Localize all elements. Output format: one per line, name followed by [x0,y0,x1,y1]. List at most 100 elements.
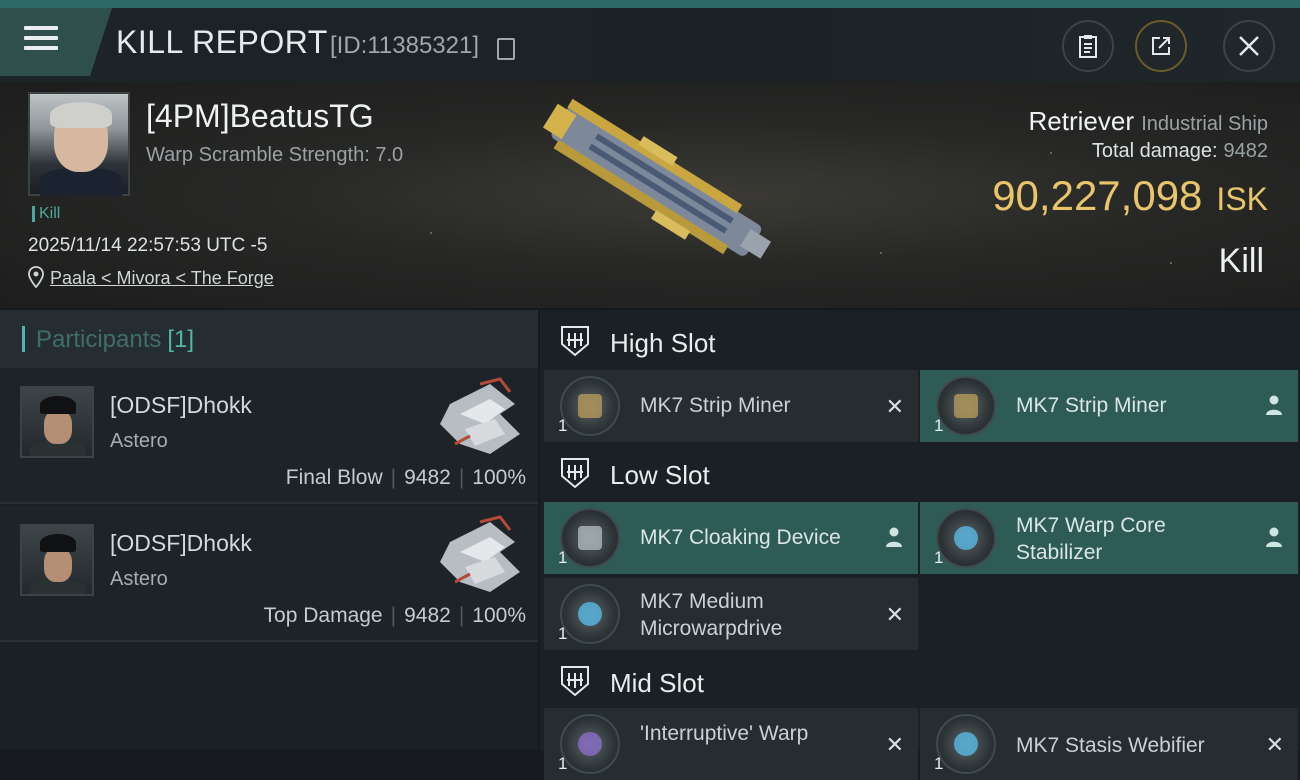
participant-ship-image [440,515,520,592]
module-quantity: 1 [558,548,568,567]
close-icon [1239,36,1259,56]
participants-count: [1] [167,326,195,353]
module-name: MK7 Stasis Webifier [1016,734,1205,757]
result-label: Kill [1218,242,1264,280]
total-damage: Total damage: 9482 [1092,140,1268,163]
module-name: 'Interruptive' Warp [640,722,809,745]
participant-name: [ODSF]Dhokk [110,530,252,556]
isk-amount: 90,227,098 [992,172,1203,219]
location-link[interactable]: Paala < Mivora < The Forge [50,268,274,289]
module-name: MK7 Strip Miner [640,394,791,417]
dropped-person-icon [1266,395,1282,415]
share-icon [1152,37,1170,55]
module-card[interactable]: 1 'Interruptive' Warp ✕ [544,708,918,780]
participant-percent: 100% [472,466,526,489]
cloaking-device-icon [560,508,620,568]
participant-avatar[interactable] [20,524,94,596]
participant-percent: 100% [472,604,526,627]
fitting-panel: High Slot 1 MK7 Strip Miner ✕ 1 MK7 Stri… [540,310,1300,780]
share-button[interactable] [1135,20,1187,72]
isk-value: 90,227,098 ISK [992,172,1268,220]
warp-core-stabilizer-icon [936,508,996,568]
mid-slot-icon [561,666,589,697]
destroyed-x-icon: ✕ [885,732,904,757]
module-card[interactable]: 1 MK7 Strip Miner [920,370,1298,442]
participants-header[interactable]: Participants [1] [0,310,538,368]
destroyed-x-icon: ✕ [885,602,904,627]
strip-miner-icon [936,376,996,436]
dropped-person-icon [1266,527,1282,547]
total-damage-value: 9482 [1223,140,1269,162]
participant-stats: Top Damage | 9482 | 100% [263,604,526,627]
mid-slot-label: Mid Slot [610,668,704,698]
participant-role: Top Damage [263,604,383,627]
module-quantity: 1 [934,548,944,567]
participant-damage: 9482 [404,604,451,627]
module-name: MK7 Medium Microwarpdrive [640,590,783,640]
victim-name[interactable]: [4PM]BeatusTG [146,98,374,135]
isk-unit: ISK [1216,181,1268,217]
copy-icon[interactable] [497,38,515,60]
warp-disruptor-icon [560,714,620,774]
module-quantity: 1 [558,754,568,773]
module-quantity: 1 [934,754,944,773]
location-pin-icon [28,266,44,288]
clipboard-button[interactable] [1062,20,1114,72]
high-slot-icon [561,326,589,357]
total-damage-label: Total damage: [1091,140,1218,162]
module-name: MK7 Strip Miner [1016,394,1167,417]
header-bar: KILL REPORT [ID:11385321] [0,8,1300,82]
module-card[interactable]: 1 MK7 Cloaking Device [544,502,918,574]
star [1050,152,1052,154]
participants-label: Participants [36,326,162,353]
module-card[interactable]: 1 MK7 Warp Core Stabilizer [920,502,1298,574]
module-quantity: 1 [558,624,568,643]
mid-slot-header: Mid Slot [540,652,1300,712]
destroyed-x-icon: ✕ [885,394,904,419]
participant-name: [ODSF]Dhokk [110,392,252,418]
ship-type: Retriever Industrial Ship [1029,106,1268,137]
participant-ship-image [440,377,520,454]
module-card[interactable]: 1 MK7 Strip Miner ✕ [544,370,918,442]
module-quantity: 1 [558,416,568,435]
module-quantity: 1 [934,416,944,435]
victim-ship-image [542,98,772,259]
low-slot-icon [561,458,589,489]
warp-scramble-strength: Warp Scramble Strength: 7.0 [146,144,404,166]
accent-bar [22,326,25,352]
high-slot-header: High Slot [540,312,1300,372]
destroyed-x-icon: ✕ [1265,732,1284,757]
menu-button[interactable] [0,8,112,76]
ship-name[interactable]: Retriever [1029,106,1134,136]
module-name: MK7 Cloaking Device [640,526,841,549]
module-card[interactable]: 1 MK7 Medium Microwarpdrive ✕ [544,578,918,650]
report-id: [ID:11385321] [330,32,480,59]
participants-panel: Participants [1] [ODSF]Dhokk Astero Final… [0,310,538,750]
ship-class: Industrial Ship [1141,113,1268,135]
stasis-webifier-icon [936,714,996,774]
participant-row[interactable]: [ODSF]Dhokk Astero Final Blow | 9482 | 100% [0,368,538,504]
participant-damage: 9482 [404,466,451,489]
participant-ship: Astero [110,430,168,452]
participant-stats: Final Blow | 9482 | 100% [285,466,526,489]
low-slot-label: Low Slot [610,460,710,490]
participant-ship: Astero [110,568,168,590]
participant-avatar[interactable] [20,386,94,458]
dropped-person-icon [886,527,902,547]
kill-datetime: 2025/11/14 22:57:53 UTC -5 [28,235,268,256]
victim-portrait[interactable] [28,92,130,196]
page-title: KILL REPORT [116,24,328,60]
high-slot-label: High Slot [610,328,716,358]
hamburger-menu-icon [24,26,58,54]
module-card[interactable]: 1 MK7 Stasis Webifier ✕ [920,708,1298,780]
victim-summary: [4PM]BeatusTG Warp Scramble Strength: 7.… [0,82,1300,308]
clipboard-icon [1079,35,1097,58]
participant-row[interactable]: [ODSF]Dhokk Astero Top Damage | 9482 | 100% [0,506,538,642]
microwarpdrive-icon [560,584,620,644]
close-button[interactable] [1223,20,1275,72]
star [1170,262,1172,264]
strip-miner-icon [560,376,620,436]
participant-role: Final Blow [285,466,383,489]
module-name: MK7 Warp Core Stabilizer [1016,514,1166,564]
kill-tag: Kill [32,206,60,222]
